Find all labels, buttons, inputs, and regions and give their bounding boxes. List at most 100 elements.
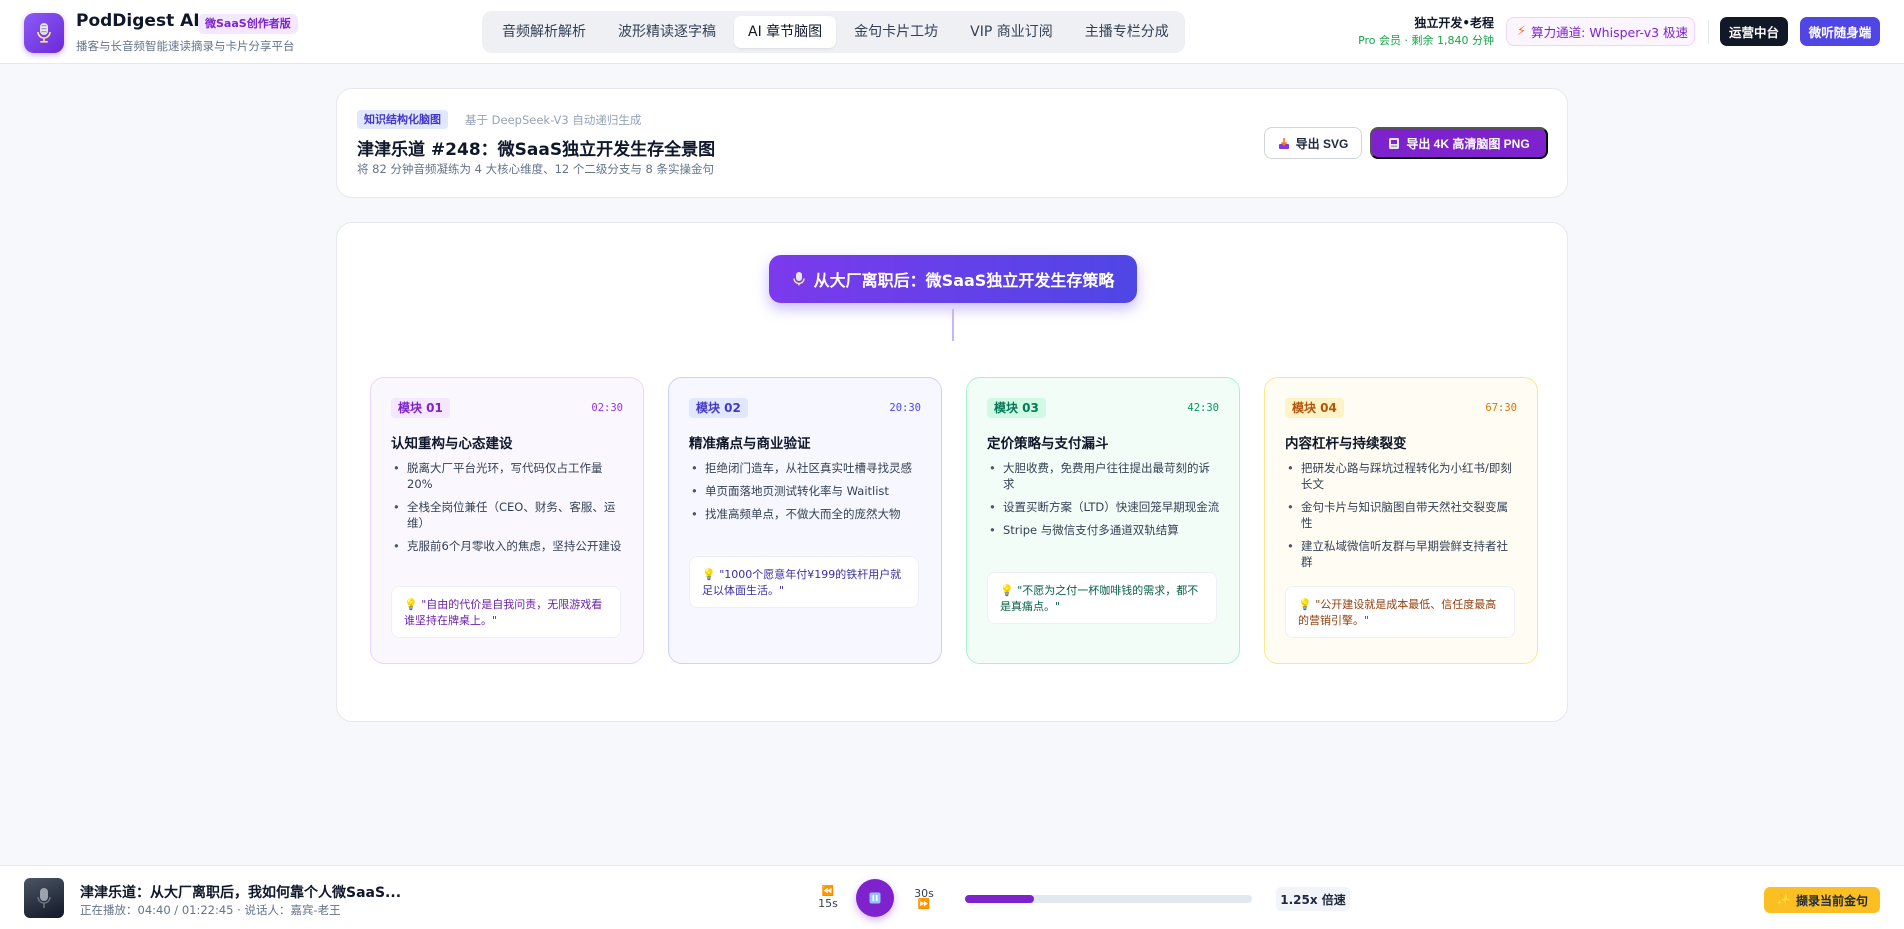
module-card-02[interactable]: 模块 02 20:30 精准痛点与商业验证 拒绝闭门造车，从社区真实吐槽寻找灵感… bbox=[668, 377, 942, 664]
engine-label: 算力通道: Whisper-v3 极速 bbox=[1531, 25, 1689, 40]
module-title: 内容杠杆与持续裂变 bbox=[1285, 436, 1407, 452]
module-tag: 模块 03 bbox=[987, 398, 1046, 418]
module-tag: 模块 02 bbox=[689, 398, 748, 418]
user-name[interactable]: 独立开发•老程 bbox=[1414, 14, 1494, 31]
user-plan-status: Pro 会员 · 剩余 1,840 分钟 bbox=[1358, 34, 1494, 47]
ops-center-button[interactable]: 运营中台 bbox=[1720, 17, 1788, 46]
module-card-04[interactable]: 模块 04 67:30 内容杠杆与持续裂变 把研发心路与踩坑过程转化为小红书/即… bbox=[1264, 377, 1538, 664]
module-point: Stripe 与微信支付多通道双轨结算 bbox=[987, 522, 1221, 538]
tab-quote-cards[interactable]: 金句卡片工坊 bbox=[840, 16, 952, 48]
module-points: 拒绝闭门造车，从社区真实吐槽寻找灵感 单页面落地页测试转化率与 Waitlist… bbox=[689, 460, 923, 529]
module-timestamp[interactable]: 42:30 bbox=[1187, 402, 1219, 414]
lightbulb-icon: 💡 bbox=[1298, 598, 1312, 611]
export-svg-button[interactable]: 导出 SVG bbox=[1264, 127, 1362, 159]
episode-cover[interactable] bbox=[24, 878, 64, 918]
module-points: 大胆收费，免费用户往往提出最苛刻的诉求 设置买断方案（LTD）快速回笼早期现金流… bbox=[987, 460, 1221, 545]
download-icon bbox=[1389, 137, 1400, 149]
root-node-label: 从大厂离职后：微SaaS独立开发生存策略 bbox=[813, 271, 1115, 290]
module-points: 脱离大厂平台光环，写代码仅占工作量20% 全栈全岗位兼任（CEO、财务、客服、运… bbox=[391, 460, 625, 561]
module-point: 克服前6个月零收入的焦虑，坚持公开建设 bbox=[391, 538, 625, 554]
audio-player-bar: 津津乐道：从大厂离职后，我如何靠个人微SaaS... 正在播放：04:40 / … bbox=[0, 865, 1904, 929]
fast-forward-icon: ⏩ bbox=[917, 898, 931, 910]
module-point: 单页面落地页测试转化率与 Waitlist bbox=[689, 483, 923, 499]
brand-subtitle: 播客与长音频智能速读摘录与卡片分享平台 bbox=[76, 39, 295, 53]
module-quote[interactable]: 💡 "不愿为之付一杯咖啡钱的需求，都不是真痛点。" bbox=[987, 572, 1217, 624]
module-points: 把研发心路与踩坑过程转化为小红书/即刻长文 金句卡片与知识脑图自带天然社交裂变属… bbox=[1285, 460, 1519, 577]
forward-button[interactable]: 30s ⏩ bbox=[909, 882, 939, 914]
tab-host-revenue[interactable]: 主播专栏分成 bbox=[1071, 16, 1183, 48]
microphone-icon bbox=[792, 272, 805, 286]
module-card-01[interactable]: 模块 01 02:30 认知重构与心态建设 脱离大厂平台光环，写代码仅占工作量2… bbox=[370, 377, 644, 664]
sparkle-icon: ✨ bbox=[1776, 893, 1791, 907]
module-timestamp[interactable]: 67:30 bbox=[1485, 402, 1517, 414]
mindmap-canvas: 从大厂离职后：微SaaS独立开发生存策略 模块 01 02:30 认知重构与心态… bbox=[336, 222, 1568, 722]
capture-quote-button[interactable]: ✨ 撷录当前金句 bbox=[1764, 887, 1880, 913]
now-playing-status: 正在播放：04:40 / 01:22:45 · 说话人：嘉宾-老王 bbox=[80, 903, 341, 917]
module-point: 拒绝闭门造车，从社区真实吐槽寻找灵感 bbox=[689, 460, 923, 476]
module-quote[interactable]: 💡 "自由的代价是自我问责，无限游戏看谁坚持在牌桌上。" bbox=[391, 586, 621, 638]
module-point: 设置买断方案（LTD）快速回笼早期现金流 bbox=[987, 499, 1221, 515]
header-divider bbox=[1708, 20, 1709, 44]
tab-waveform-transcript[interactable]: 波形精读逐字稿 bbox=[604, 16, 730, 48]
pause-icon bbox=[869, 892, 881, 904]
generation-note: 基于 DeepSeek-V3 自动递归生成 bbox=[465, 113, 642, 127]
module-point: 把研发心路与踩坑过程转化为小红书/即刻长文 bbox=[1285, 460, 1519, 492]
module-point: 建立私域微信听友群与早期尝鲜支持者社群 bbox=[1285, 538, 1519, 570]
lightbulb-icon: 💡 bbox=[702, 568, 716, 581]
module-timestamp[interactable]: 02:30 bbox=[591, 402, 623, 414]
app-logo[interactable] bbox=[24, 13, 64, 53]
quote-text: "公开建设就是成本最低、信任度最高的营销引擎。" bbox=[1298, 598, 1497, 627]
module-point: 金句卡片与知识脑图自带天然社交裂变属性 bbox=[1285, 499, 1519, 531]
playback-progress-bar[interactable] bbox=[965, 895, 1252, 903]
quote-text: "自由的代价是自我问责，无限游戏看谁坚持在牌桌上。" bbox=[404, 598, 603, 627]
progress-fill bbox=[965, 895, 1034, 903]
episode-description: 将 82 分钟音频凝练为 4 大核心维度、12 个二级分支与 8 条实操金句 bbox=[357, 162, 714, 176]
module-quote[interactable]: 💡 "公开建设就是成本最低、信任度最高的营销引擎。" bbox=[1285, 586, 1515, 638]
edition-badge: 微SaaS创作者版 bbox=[198, 14, 298, 34]
export-png-button[interactable]: 导出 4K 高清脑图 PNG bbox=[1370, 127, 1548, 159]
mindmap-root-node[interactable]: 从大厂离职后：微SaaS独立开发生存策略 bbox=[769, 255, 1137, 303]
module-title: 认知重构与心态建设 bbox=[391, 436, 513, 452]
tab-vip-subscription[interactable]: VIP 商业订阅 bbox=[956, 16, 1067, 48]
module-point: 全栈全岗位兼任（CEO、财务、客服、运维） bbox=[391, 499, 625, 531]
episode-title: 津津乐道 #248：微SaaS独立开发生存全景图 bbox=[357, 140, 716, 160]
playback-speed-button[interactable]: 1.25x 倍速 bbox=[1276, 887, 1350, 911]
export-svg-label: 导出 SVG bbox=[1295, 136, 1349, 151]
engine-selector[interactable]: ⚡ 算力通道: Whisper-v3 极速 bbox=[1506, 17, 1695, 46]
pause-button[interactable] bbox=[856, 879, 894, 917]
root-connector bbox=[952, 309, 954, 341]
module-title: 精准痛点与商业验证 bbox=[689, 436, 811, 452]
now-playing-title: 津津乐道：从大厂离职后，我如何靠个人微SaaS... bbox=[80, 885, 402, 901]
export-icon bbox=[1278, 137, 1289, 149]
top-header: PodDigest AI 微SaaS创作者版 播客与长音频智能速读摘录与卡片分享… bbox=[0, 0, 1904, 64]
module-tag: 模块 04 bbox=[1285, 398, 1344, 418]
export-png-label: 导出 4K 高清脑图 PNG bbox=[1406, 136, 1530, 151]
tab-audio-parse[interactable]: 音频解析解析 bbox=[488, 16, 600, 48]
lightbulb-icon: 💡 bbox=[1000, 584, 1014, 597]
module-title: 定价策略与支付漏斗 bbox=[987, 436, 1109, 452]
quote-text: "不愿为之付一杯咖啡钱的需求，都不是真痛点。" bbox=[1000, 584, 1199, 613]
quote-text: "1000个愿意年付¥199的铁杆用户就足以体面生活。" bbox=[702, 568, 902, 597]
module-point: 找准高频单点，不做大而全的庞然大物 bbox=[689, 506, 923, 522]
rewind-button[interactable]: ⏪ 15s bbox=[813, 882, 843, 914]
module-card-03[interactable]: 模块 03 42:30 定价策略与支付漏斗 大胆收费，免费用户往往提出最苛刻的诉… bbox=[966, 377, 1240, 664]
module-timestamp[interactable]: 20:30 bbox=[889, 402, 921, 414]
module-tag: 模块 01 bbox=[391, 398, 450, 418]
lightbulb-icon: 💡 bbox=[404, 598, 418, 611]
microphone-icon bbox=[37, 888, 51, 908]
tab-ai-mindmap[interactable]: AI 章节脑图 bbox=[734, 16, 837, 48]
main-nav: 音频解析解析 波形精读逐字稿 AI 章节脑图 金句卡片工坊 VIP 商业订阅 主… bbox=[482, 11, 1185, 53]
rewind-label: 15s bbox=[818, 896, 838, 910]
brand-name: PodDigest AI bbox=[76, 11, 200, 31]
rewind-icon: ⏪ bbox=[821, 885, 835, 897]
episode-summary-card: 知识结构化脑图 基于 DeepSeek-V3 自动递归生成 津津乐道 #248：… bbox=[336, 88, 1568, 198]
microphone-icon bbox=[37, 23, 51, 43]
module-point: 大胆收费，免费用户往往提出最苛刻的诉求 bbox=[987, 460, 1221, 492]
lightning-icon: ⚡ bbox=[1517, 24, 1527, 39]
mindmap-type-badge: 知识结构化脑图 bbox=[357, 110, 448, 129]
module-point: 脱离大厂平台光环，写代码仅占工作量20% bbox=[391, 460, 625, 492]
module-quote[interactable]: 💡 "1000个愿意年付¥199的铁杆用户就足以体面生活。" bbox=[689, 556, 919, 608]
capture-quote-label: 撷录当前金句 bbox=[1795, 893, 1868, 908]
mobile-app-button[interactable]: 微听随身端 bbox=[1800, 17, 1880, 46]
forward-label: 30s bbox=[914, 886, 934, 900]
